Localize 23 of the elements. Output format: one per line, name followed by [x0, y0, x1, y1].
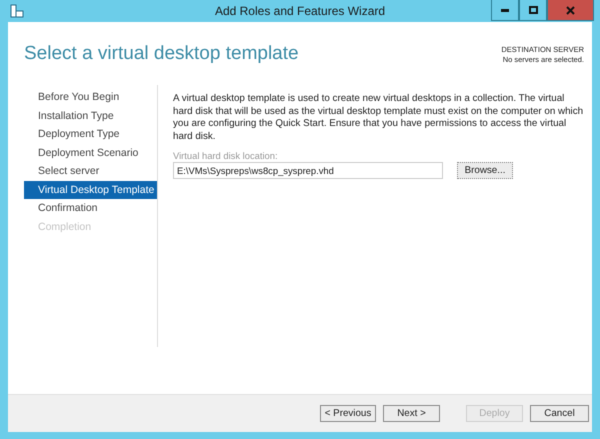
wizard-step[interactable]: Installation Type [24, 106, 157, 125]
minimize-icon [501, 8, 509, 12]
wizard-step[interactable]: Virtual Desktop Template [24, 180, 157, 199]
field-label: Virtual hard disk location: [173, 150, 279, 162]
wizard-step[interactable]: Select server [24, 162, 157, 180]
page-title: Select a virtual desktop template [24, 43, 299, 66]
wizard-button[interactable]: < Previous [320, 405, 376, 422]
maximize-button[interactable] [519, 0, 547, 21]
wizard-step[interactable]: Deployment Type [24, 125, 157, 144]
minimize-button[interactable] [491, 0, 519, 21]
wizard-button[interactable]: Next > [383, 405, 440, 422]
wizard-step[interactable]: Before You Begin [24, 88, 157, 106]
close-button[interactable] [547, 0, 594, 21]
wizard-step[interactable]: Confirmation [24, 199, 157, 218]
server-manager-icon [10, 4, 24, 18]
maximize-icon [528, 6, 538, 14]
wizard-button[interactable]: Cancel [530, 405, 589, 422]
close-icon [566, 6, 575, 14]
browse-button[interactable]: Browse... [457, 162, 513, 180]
vhd-location-field[interactable]: E:\VMs\Syspreps\ws8cp_sysprep.vhd [173, 162, 443, 180]
wizard-step[interactable]: Deployment Scenario [24, 144, 157, 162]
window-title: Add Roles and Features Wizard [214, 4, 386, 18]
description-text: A virtual desktop template is used to create new virtual desktops in a collection. The virtual hard disk that will be used as the virtual desktop template must exist on the computer on which you are configuring the Quick Start. Ensure that you have permissions to access the virtual hard disk. [173, 93, 584, 144]
